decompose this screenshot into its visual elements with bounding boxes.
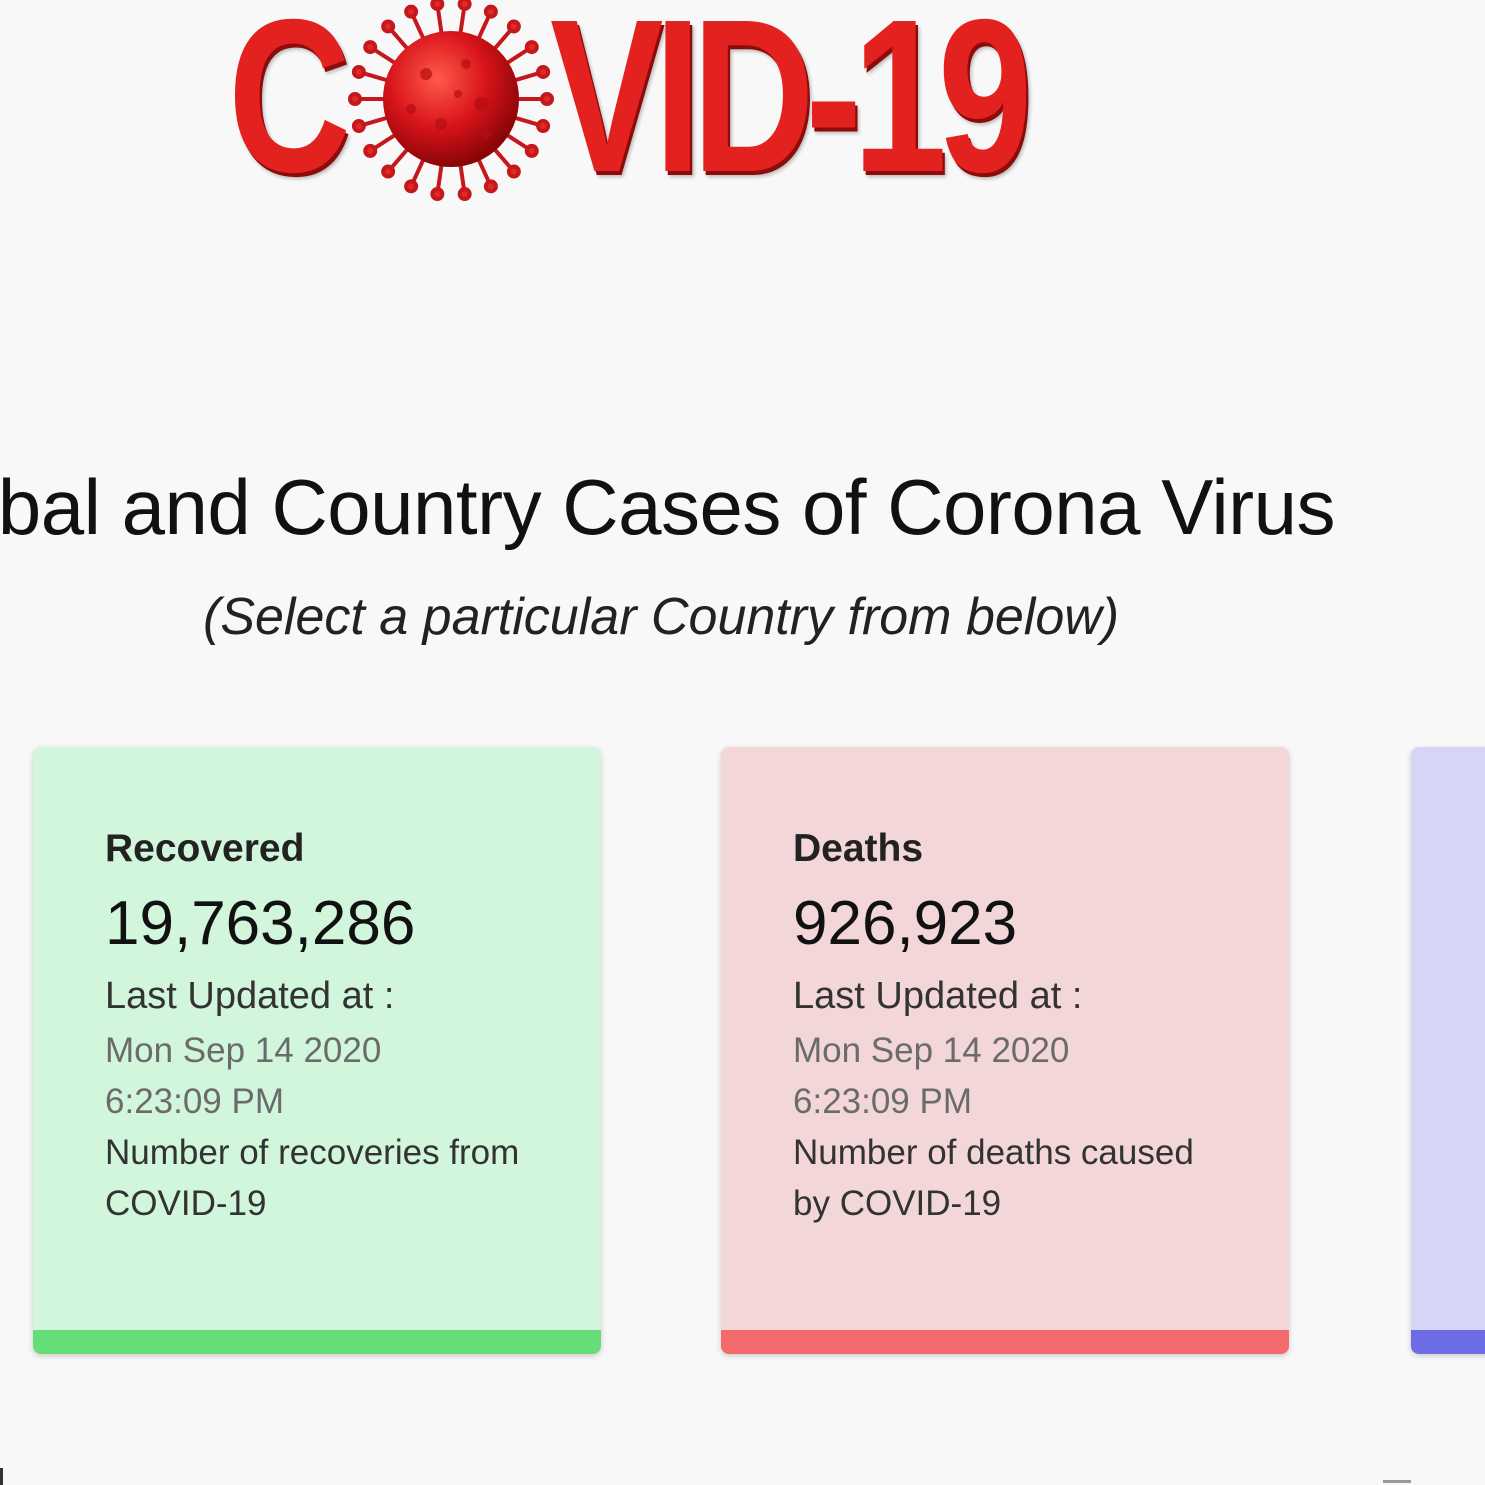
deaths-card: Deaths 926,923 Last Updated at : Mon Sep… (721, 747, 1289, 1354)
card-updated-date: Mon Sep 14 2020 6:23:09 PM (105, 1031, 382, 1121)
card-updated-date: Mon Sep 14 2020 6:23:09 PM (793, 1031, 1070, 1121)
card-description: Number of recoveries from COVID-19 (105, 1133, 520, 1223)
covid-19-logo: C VID-19 (228, 0, 1098, 218)
bottom-edge-fragment (0, 1468, 13, 1485)
recovered-card: Recovered 19,763,286 Last Updated at : M… (33, 747, 601, 1354)
card-title: Recovered (105, 827, 305, 870)
card-accent-bar (721, 1330, 1289, 1354)
card-value: 19,763,286 (105, 889, 416, 958)
logo-text-left: C (228, 0, 351, 218)
active-card (1411, 747, 1485, 1354)
card-description: Number of deaths caused by COVID-19 (793, 1133, 1194, 1223)
page-title: obal and Country Cases of Corona Virus (0, 463, 1336, 552)
virus-icon (348, 0, 554, 202)
card-accent-bar (1411, 1330, 1485, 1354)
card-updated-label: Last Updated at : (105, 975, 395, 1017)
card-updated-label: Last Updated at : (793, 975, 1083, 1017)
card-accent-bar (33, 1330, 601, 1354)
card-title: Deaths (793, 827, 924, 870)
logo-text-right: VID-19 (550, 0, 1032, 218)
page-subtitle: (Select a particular Country from below) (203, 588, 1120, 646)
page: C VID-19 obal and Country Cases of Coron… (0, 0, 1485, 1485)
card-value: 926,923 (793, 889, 1018, 958)
bottom-edge-fragment-right (1383, 1480, 1411, 1483)
